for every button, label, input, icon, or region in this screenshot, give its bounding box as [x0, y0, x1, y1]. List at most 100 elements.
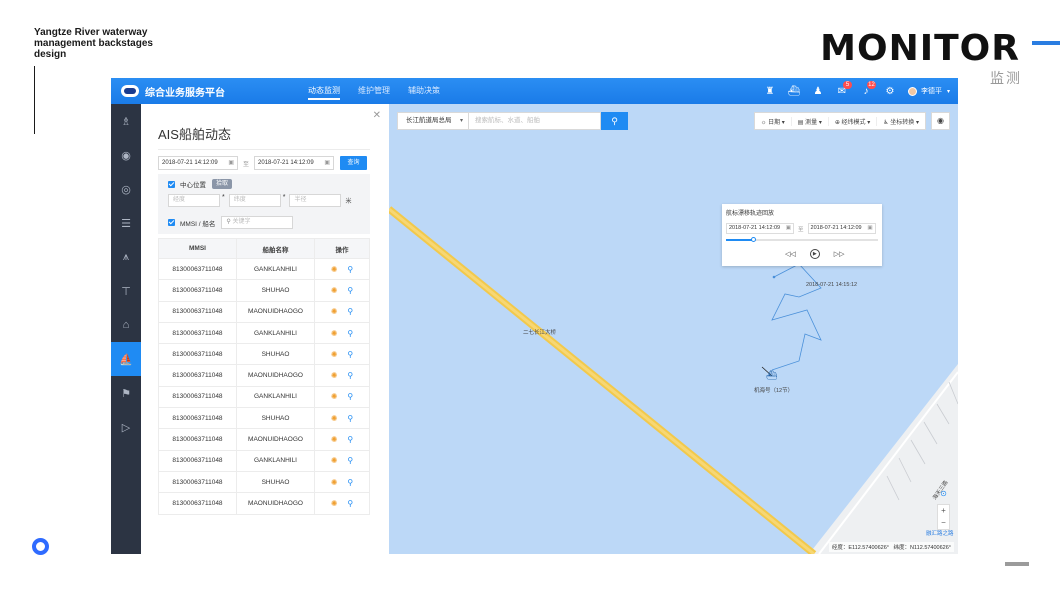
locate-ship-icon[interactable]: ⚲ — [347, 456, 353, 465]
playback-end-input[interactable]: 2018-07-21 14:12:09 ▣ — [807, 223, 876, 234]
ship-name-cell: GANKLANHILI — [236, 257, 315, 281]
table-row[interactable]: 81300063711048 MAONUIDHAOGO ✺ ⚲ — [158, 364, 370, 387]
pick-button[interactable]: 拾取 — [212, 179, 233, 189]
date-separator: 至 — [243, 161, 250, 168]
sidebar-item-video[interactable]: ▷ — [111, 410, 141, 444]
ship-icon[interactable]: ⛴ — [782, 78, 806, 104]
locate-ship-icon[interactable]: ⚲ — [347, 499, 353, 508]
locate-ship-icon[interactable]: ⚲ — [347, 265, 353, 274]
map-search-bar: 长江航道局总局 搜索航标、水道、船舶 ⚲ — [397, 112, 628, 130]
bureau-select[interactable]: 长江航道局总局 — [397, 112, 469, 130]
sidebar-item-building[interactable]: ⌂ — [111, 308, 141, 342]
radius-input[interactable]: 半径 — [289, 194, 342, 207]
sidebar-item-camera[interactable]: ◎ — [111, 172, 141, 206]
actions-cell: ✺ ⚲ — [314, 407, 370, 430]
tool-measure[interactable]: ▤ 测量 ▾ — [792, 116, 829, 126]
table-row[interactable]: 81300063711048 GANKLANHILI ✺ ⚲ — [158, 321, 370, 345]
playback-progress[interactable] — [726, 237, 878, 242]
visibility-button[interactable]: ◉ — [931, 112, 950, 130]
lighthouse-icon[interactable]: ♜ — [758, 78, 782, 104]
end-date-input[interactable]: 2018-07-21 14:12:09 ▣ — [254, 156, 335, 170]
table-row[interactable]: 81300063711048 MAONUIDHAOGO ✺ ⚲ — [158, 428, 370, 451]
track-icon[interactable]: ✺ — [331, 414, 338, 423]
user-menu[interactable]: 李德平 ▾ — [907, 86, 950, 96]
playback-slider-handle[interactable] — [751, 237, 757, 242]
mmsi-checkbox[interactable] — [168, 219, 175, 226]
playback-start-input[interactable]: 2018-07-21 14:12:09 ▣ — [726, 223, 794, 234]
nav-dynamic-monitoring[interactable]: 动态监测 — [299, 78, 349, 104]
actions-cell: ✺ ⚲ — [314, 449, 370, 472]
bell-icon[interactable]: ♪ 12 — [854, 78, 878, 104]
locate-ship-icon[interactable]: ⚲ — [347, 329, 353, 338]
table-row[interactable]: 81300063711048 SHUHAO ✺ ⚲ — [158, 343, 370, 366]
map-toolbar: ☼ 日期 ▾ ▤ 测量 ▾ ⊕ 经纬模式 ▾ ♿ 坐标转换 ▾ — [753, 112, 926, 130]
ship-name-cell: GANKLANHILI — [236, 321, 315, 345]
close-icon[interactable]: ✕ — [373, 110, 381, 121]
camera-icon: ◎ — [121, 183, 131, 196]
table-row[interactable]: 81300063711048 SHUHAO ✺ ⚲ — [158, 407, 370, 430]
map-view[interactable]: 长江航道局总局 搜索航标、水道、船舶 ⚲ ☼ 日期 ▾ ▤ 测量 ▾ ⊕ 经纬模… — [389, 104, 958, 554]
play-icon[interactable]: ▶ — [809, 249, 820, 259]
message-icon[interactable]: ✉ 5 — [830, 78, 854, 104]
ship-marker-icon[interactable]: ⛴ — [766, 370, 777, 380]
locate-ship-icon[interactable]: ⚲ — [347, 414, 353, 423]
fast-forward-icon[interactable]: ▷▷ — [834, 250, 845, 258]
locate-icon[interactable]: ⊙ — [937, 487, 950, 500]
table-row[interactable]: 81300063711048 GANKLANHILI ✺ ⚲ — [158, 449, 370, 472]
track-icon[interactable]: ✺ — [331, 456, 338, 465]
track-icon[interactable]: ✺ — [331, 307, 338, 316]
table-row[interactable]: 81300063711048 MAONUIDHAOGO ✺ ⚲ — [158, 300, 370, 323]
ring-decoration — [32, 538, 49, 555]
sidebar-item-flag[interactable]: ⚑ — [111, 376, 141, 410]
locate-ship-icon[interactable]: ⚲ — [347, 371, 353, 380]
gear-icon[interactable]: ⚙ — [878, 78, 902, 104]
nav-maintenance[interactable]: 维护管理 — [349, 78, 399, 104]
sidebar-item-tower[interactable]: ⩚ — [111, 240, 141, 274]
table-row[interactable]: 81300063711048 SHUHAO ✺ ⚲ — [158, 279, 370, 302]
track-icon[interactable]: ✺ — [331, 499, 338, 508]
track-icon[interactable]: ✺ — [331, 478, 338, 487]
actions-cell: ✺ ⚲ — [314, 300, 370, 323]
rewind-icon[interactable]: ◁◁ — [785, 250, 796, 258]
table-row[interactable]: 81300063711048 GANKLANHILI ✺ ⚲ — [158, 257, 370, 281]
sidebar-item-navaid[interactable]: ♗ — [111, 104, 141, 138]
locate-ship-icon[interactable]: ⚲ — [347, 307, 353, 316]
track-icon[interactable]: ✺ — [331, 371, 338, 380]
locate-ship-icon[interactable]: ⚲ — [347, 392, 353, 401]
longitude-input[interactable]: 经度 — [168, 194, 220, 207]
tower-icon: ⩚ — [122, 250, 130, 263]
map-search-input[interactable]: 搜索航标、水道、船舶 — [469, 112, 601, 130]
table-row[interactable]: 81300063711048 SHUHAO ✺ ⚲ — [158, 470, 370, 494]
track-icon[interactable]: ✺ — [331, 265, 338, 274]
track-icon[interactable]: ✺ — [331, 329, 338, 338]
track-icon[interactable]: ✺ — [331, 392, 338, 401]
sidebar-item-ais[interactable]: ⛵ — [111, 342, 141, 376]
keyword-input[interactable]: ⚲ 关键字 — [221, 216, 294, 229]
sidebar-item-sign[interactable]: ⊤ — [111, 274, 141, 308]
nav-decision-support[interactable]: 辅助决策 — [399, 78, 449, 104]
latitude-input[interactable]: 纬度 — [228, 194, 281, 207]
locate-ship-icon[interactable]: ⚲ — [347, 350, 353, 359]
table-row[interactable]: 81300063711048 GANKLANHILI ✺ ⚲ — [158, 385, 370, 409]
track-icon[interactable]: ✺ — [331, 350, 338, 359]
buoy-icon[interactable]: ♟ — [806, 78, 830, 104]
tool-coord-convert[interactable]: ♿ 坐标转换 ▾ — [877, 117, 925, 126]
start-date-input[interactable]: 2018-07-21 14:12:09 ▣ — [158, 156, 238, 170]
tool-latlng-mode[interactable]: ⊕ 经纬模式 ▾ — [829, 116, 878, 126]
table-row[interactable]: 81300063711048 MAONUIDHAOGO ✺ ⚲ — [158, 492, 370, 515]
track-icon[interactable]: ✺ — [331, 286, 338, 295]
zoom-in-button[interactable]: + — [938, 505, 949, 517]
sidebar-item-signal[interactable]: ◉ — [111, 138, 141, 172]
sidebar-item-list[interactable]: ☰ — [111, 206, 141, 240]
center-checkbox[interactable] — [168, 180, 175, 188]
radius-unit: 米 — [345, 199, 352, 205]
search-button[interactable]: ⚲ — [601, 112, 628, 130]
locate-ship-icon[interactable]: ⚲ — [347, 478, 353, 487]
filter-box: 中心位置 拾取 经度 * 纬度 * 半径 米 MMSI / 船名 ⚲ 关键字 — [158, 174, 370, 234]
tool-date[interactable]: ☼ 日期 ▾ — [755, 116, 792, 126]
locate-ship-icon[interactable]: ⚲ — [347, 286, 353, 295]
zoom-out-button[interactable]: − — [938, 517, 949, 529]
locate-ship-icon[interactable]: ⚲ — [347, 435, 353, 444]
query-button[interactable]: 查询 — [340, 156, 368, 170]
track-icon[interactable]: ✺ — [331, 435, 338, 444]
